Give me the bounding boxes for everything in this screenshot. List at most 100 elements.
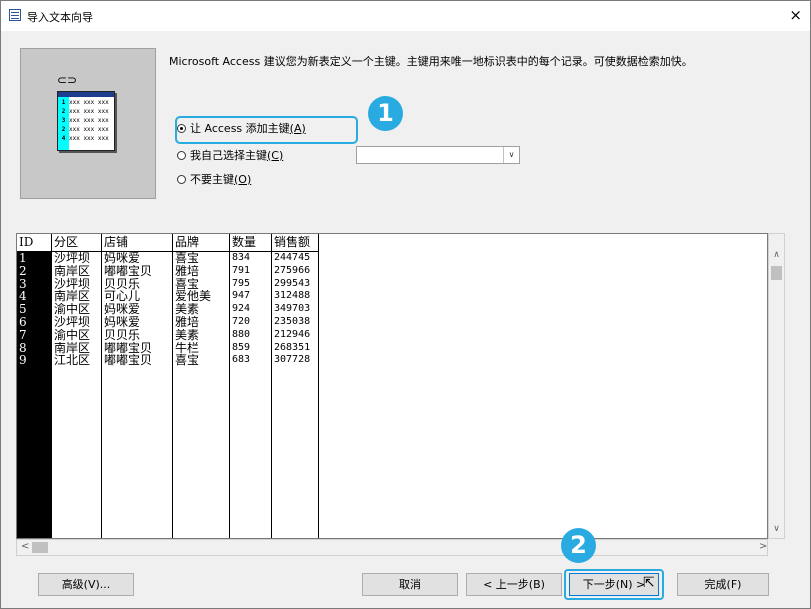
radio-choose-key[interactable]: 我自己选择主键 (C) — [177, 146, 283, 164]
table-cell: 9 — [17, 354, 51, 368]
table-cell: 雅培 — [175, 264, 200, 278]
table-cell: 美素 — [175, 328, 200, 342]
table-cell: 275966 — [274, 264, 311, 276]
table-cell: 南岸区 — [54, 341, 91, 355]
table-cell: 妈咪爱 — [104, 252, 141, 265]
table-cell: 8 — [17, 341, 51, 355]
radio-checked-icon — [177, 123, 186, 133]
title-bar: 导入文本向导 × — [1, 1, 810, 31]
table-cell: 1 — [17, 252, 51, 265]
mini-table-row: 3 xxx xxx xxx — [61, 117, 109, 124]
table-cell: 爱他美 — [175, 290, 212, 304]
table-cell: 贝贝乐 — [104, 277, 141, 291]
column-header: 品牌 — [173, 234, 229, 252]
back-button[interactable]: < 上一步(B) — [466, 573, 562, 596]
mini-table-row: 2 xxx xxx xxx — [61, 108, 109, 115]
radio-no-key[interactable]: 不要主键 (O) — [177, 170, 251, 188]
table-cell: 2 — [17, 264, 51, 278]
vertical-scroll-thumb[interactable] — [771, 266, 782, 280]
column-header: 数量 — [230, 234, 271, 252]
finish-button[interactable]: 完成(F) — [677, 573, 769, 596]
step-badge-2: 2 — [561, 528, 596, 563]
table-cell: 299543 — [274, 277, 311, 289]
column-store: 店铺 妈咪爱 嘟嘟宝贝 贝贝乐 可心儿 妈咪爱 妈咪爱 贝贝乐 嘟嘟宝贝 嘟嘟宝贝 — [102, 234, 173, 538]
mini-table-row: 4 xxx xxx xxx — [61, 135, 109, 142]
table-cell: 沙坪坝 — [54, 277, 91, 291]
table-cell: 喜宝 — [175, 354, 200, 368]
table-cell: 683 — [232, 354, 251, 366]
table-cell: 南岸区 — [54, 290, 91, 304]
table-cell: 212946 — [274, 328, 311, 340]
table-cell: 834 — [232, 252, 251, 263]
data-preview-grid[interactable]: ID 123456789 分区 沙坪坝 南岸区 沙坪坝 南岸区 渝中区 沙坪坝 渝中区 南岸区… — [16, 233, 768, 539]
advanced-button[interactable]: 高级(V)... — [38, 573, 134, 596]
step-badge-1: 1 — [368, 96, 403, 131]
table-cell: 3 — [17, 277, 51, 291]
table-cell: 江北区 — [54, 354, 91, 368]
table-cell: 牛栏 — [175, 341, 200, 355]
key-icon: ⊂⊃ — [57, 73, 78, 87]
table-cell: 4 — [17, 290, 51, 304]
horizontal-scroll-thumb[interactable] — [32, 542, 48, 553]
scroll-left-icon[interactable]: < — [21, 541, 29, 552]
window-title: 导入文本向导 — [27, 11, 93, 24]
close-button[interactable]: × — [789, 7, 802, 23]
table-cell: 7 — [17, 328, 51, 342]
radio-unchecked-icon — [177, 174, 186, 184]
table-cell: 嘟嘟宝贝 — [104, 264, 153, 278]
table-cell: 妈咪爱 — [104, 315, 141, 329]
table-cell: 880 — [232, 328, 251, 340]
cancel-button[interactable]: 取消 — [362, 573, 458, 596]
table-cell: 235038 — [274, 315, 311, 327]
column-brand: 品牌 喜宝 雅培 喜宝 爱他美 美素 雅培 美素 牛栏 喜宝 — [173, 234, 230, 538]
table-cell: 渝中区 — [54, 328, 91, 342]
table-cell: 307728 — [274, 354, 311, 366]
table-cell: 渝中区 — [54, 303, 91, 316]
table-cell: 雅培 — [175, 315, 200, 329]
chevron-down-icon[interactable]: ∨ — [503, 147, 519, 163]
table-cell: 312488 — [274, 290, 311, 302]
column-quantity: 数量 834 791 795 947 924 720 880 859 683 — [230, 234, 272, 538]
table-cell: 沙坪坝 — [54, 252, 91, 265]
scroll-up-icon[interactable]: ∧ — [769, 250, 784, 260]
mini-table-image: 1 xxx xxx xxx 2 xxx xxx xxx 3 xxx xxx xxx 2 xxx… — [57, 91, 115, 151]
primary-key-illustration: ⊂⊃ 1 xxx xxx xxx 2 xxx xxx xxx 3 xxx xxx xxx 2… — [20, 48, 156, 199]
vertical-scrollbar[interactable]: ∧ ∨ — [768, 233, 785, 539]
table-cell: 791 — [232, 264, 251, 276]
table-cell: 720 — [232, 315, 251, 327]
table-cell: 嘟嘟宝贝 — [104, 341, 153, 355]
table-cell: 喜宝 — [175, 252, 200, 265]
scroll-down-icon[interactable]: ∨ — [769, 524, 784, 534]
column-district: 分区 沙坪坝 南岸区 沙坪坝 南岸区 渝中区 沙坪坝 渝中区 南岸区 江北区 — [52, 234, 102, 538]
horizontal-scrollbar[interactable]: < > — [16, 539, 768, 556]
table-cell: 嘟嘟宝贝 — [104, 354, 153, 368]
table-cell: 喜宝 — [175, 277, 200, 291]
table-cell: 795 — [232, 277, 251, 289]
mini-table-row: 2 xxx xxx xxx — [61, 126, 109, 133]
table-cell: 947 — [232, 290, 251, 302]
table-cell: 南岸区 — [54, 264, 91, 278]
wizard-description: Microsoft Access 建议您为新表定义一个主键。主键用来唯一地标识表… — [169, 55, 693, 68]
column-header: 分区 — [52, 234, 101, 252]
table-cell: 349703 — [274, 303, 311, 315]
column-header: ID — [17, 234, 51, 252]
table-cell: 859 — [232, 341, 251, 353]
table-cell: 268351 — [274, 341, 311, 353]
radio-add-key[interactable]: 让 Access 添加主键 (A) — [177, 119, 306, 137]
table-cell: 美素 — [175, 303, 200, 316]
table-cell: 沙坪坝 — [54, 315, 91, 329]
table-cell: 贝贝乐 — [104, 328, 141, 342]
table-cell: 244745 — [274, 252, 311, 263]
scroll-right-icon[interactable]: > — [759, 541, 767, 552]
mouse-cursor-icon: ⇱ — [643, 575, 655, 591]
import-text-wizard-window: 导入文本向导 × ⊂⊃ 1 xxx xxx xxx 2 xxx xxx xxx 3 xxx… — [0, 0, 811, 609]
table-cell: 6 — [17, 315, 51, 329]
table-icon — [9, 9, 21, 21]
primary-key-field-select[interactable]: ∨ — [356, 146, 520, 164]
table-cell: 妈咪爱 — [104, 303, 141, 316]
table-cell: 可心儿 — [104, 290, 141, 304]
column-sales: 销售额 244745 275966 299543 312488 349703 235038… — [272, 234, 319, 538]
table-cell: 924 — [232, 303, 251, 315]
column-header: 销售额 — [272, 234, 318, 252]
table-cell: 5 — [17, 303, 51, 316]
